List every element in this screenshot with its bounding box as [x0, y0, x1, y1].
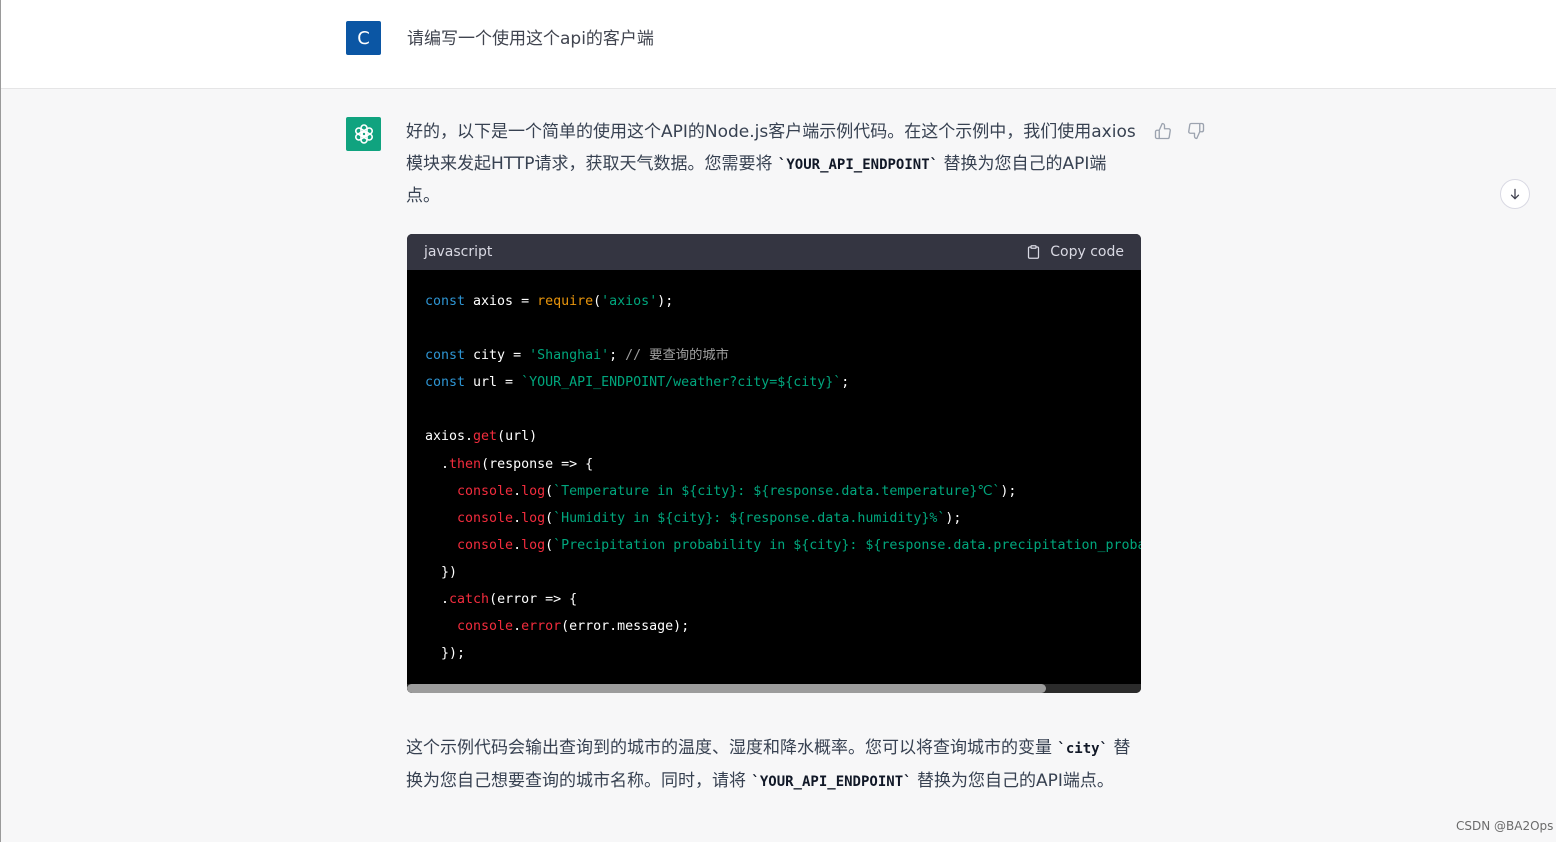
window-left-border	[0, 0, 1, 842]
code-line-1: const axios = require('axios');	[425, 294, 674, 309]
outro-inline-code-endpoint: `YOUR_API_ENDPOINT`	[751, 773, 912, 790]
code-line-3: const city = 'Shanghai'; // 要查询的城市	[425, 348, 729, 364]
code-block: javascript Copy code const axios = requi…	[407, 234, 1141, 693]
thumbs-up-button[interactable]	[1152, 120, 1174, 142]
copy-code-button[interactable]: Copy code	[1026, 244, 1124, 260]
code-line-7: .then(response => {	[425, 456, 594, 472]
code-line-6: axios.get(url)	[425, 429, 538, 445]
outro-text-1: 这个示例代码会输出查询到的城市的温度、湿度和降水概率。您可以将查询城市的变量	[406, 738, 1058, 758]
scroll-to-bottom-button[interactable]	[1500, 179, 1530, 209]
thumbs-down-icon	[1188, 122, 1205, 140]
code-line-14: });	[425, 646, 466, 662]
code-line-4: const url = `YOUR_API_ENDPOINT/weather?c…	[425, 375, 850, 391]
outro-inline-code-city: `city`	[1057, 741, 1108, 757]
code-line-8: console.log(`Temperature in ${city}: ${r…	[425, 483, 1017, 499]
code-line-10: console.log(`Precipitation probability i…	[425, 537, 1141, 553]
thumbs-down-button[interactable]	[1185, 120, 1207, 142]
code-line-12: .catch(error => {	[425, 592, 578, 608]
outro-text-3: 替换为您自己的API端点。	[911, 770, 1114, 791]
code-language-label: javascript	[424, 244, 493, 260]
code-line-9: console.log(`Humidity in ${city}: ${resp…	[425, 510, 962, 526]
thumbs-up-icon	[1154, 122, 1171, 140]
user-message-row: C 请编写一个使用这个api的客户端	[1, 0, 1556, 89]
watermark: CSDN @BA2Ops	[1456, 819, 1554, 833]
code-scrollbar-thumb[interactable]	[407, 684, 1046, 693]
code-horizontal-scrollbar[interactable]	[407, 684, 1141, 693]
clipboard-icon	[1028, 245, 1040, 259]
user-avatar: C	[346, 21, 381, 55]
code-line-13: console.error(error.message);	[425, 619, 690, 635]
code-body: const axios = require('axios'); const ci…	[407, 270, 1141, 668]
user-message-text: 请编写一个使用这个api的客户端	[407, 29, 654, 49]
assistant-intro-paragraph: 好的，以下是一个简单的使用这个API的Node.js客户端示例代码。在这个示例中…	[406, 117, 1136, 213]
openai-logo-icon	[354, 124, 373, 144]
copy-code-label: Copy code	[1050, 244, 1124, 260]
code-line-11: })	[425, 564, 458, 580]
assistant-outro-paragraph: 这个示例代码会输出查询到的城市的温度、湿度和降水概率。您可以将查询城市的变量 `…	[406, 733, 1136, 798]
code-block-header: javascript Copy code	[407, 234, 1141, 270]
arrow-down-icon	[1510, 188, 1520, 200]
user-avatar-letter: C	[357, 27, 370, 49]
intro-inline-code: `YOUR_API_ENDPOINT`	[777, 156, 939, 173]
assistant-avatar	[346, 117, 381, 151]
